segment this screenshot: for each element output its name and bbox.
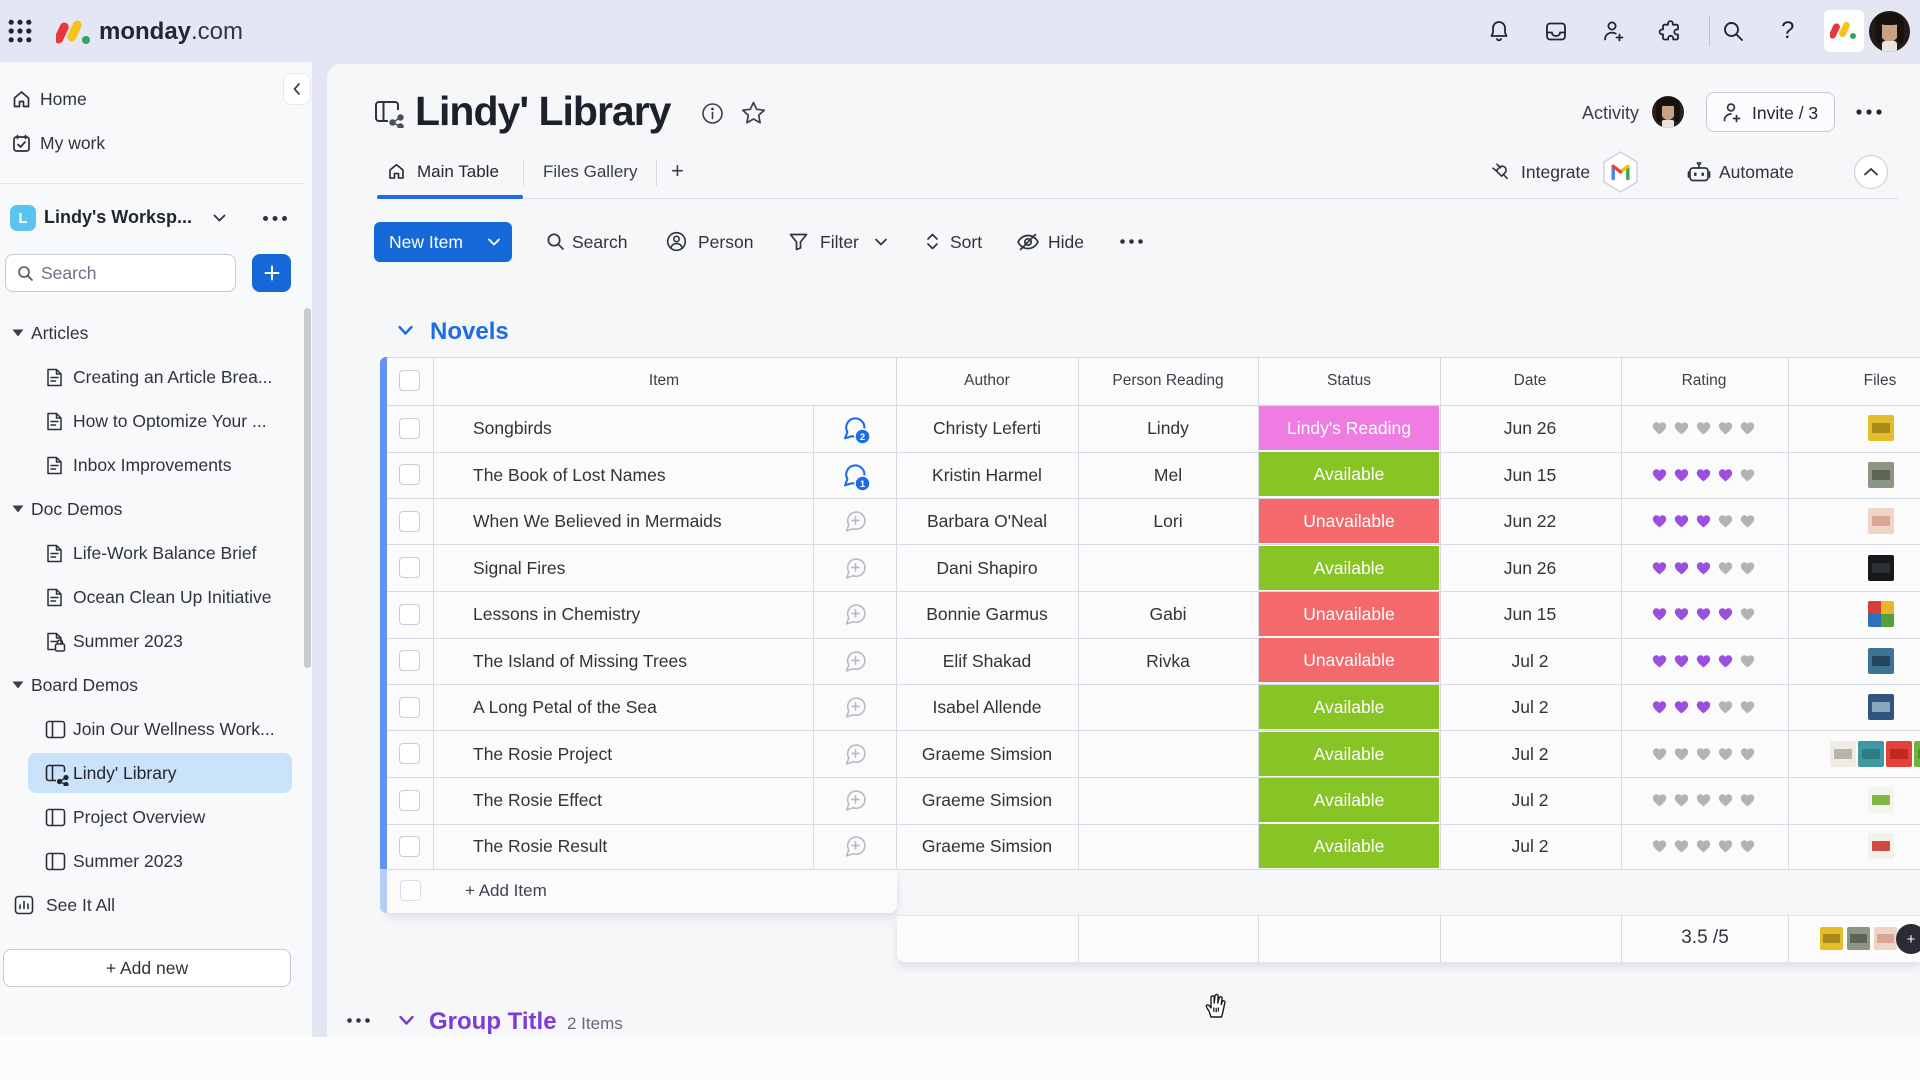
svg-text:2: 2: [860, 432, 865, 443]
svg-text:1: 1: [860, 479, 866, 490]
